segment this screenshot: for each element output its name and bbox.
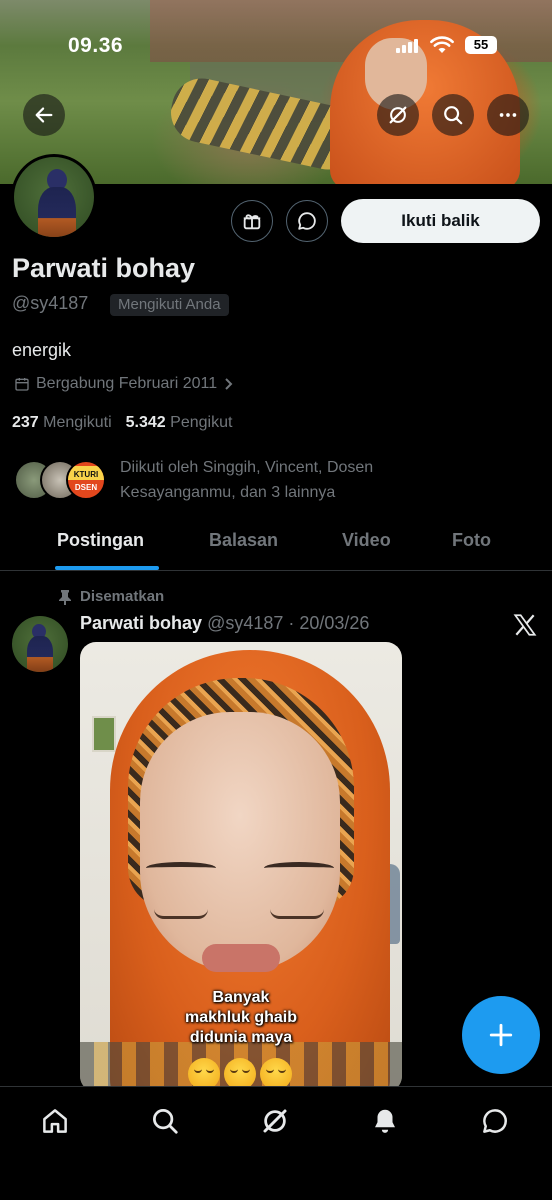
back-button[interactable] [23, 94, 65, 136]
status-bar: 09.36 55 [0, 30, 552, 60]
nav-messages[interactable] [475, 1101, 515, 1141]
tab-posts[interactable]: Postingan [57, 530, 144, 551]
gift-icon [243, 214, 261, 230]
profile-display-name: Parwati bohay [12, 253, 196, 283]
follows-you-badge: Mengikuti Anda [110, 294, 229, 316]
message-button[interactable] [286, 200, 328, 242]
joined-date: Bergabung Februari 2011 [36, 375, 218, 392]
battery-indicator: 55 [465, 36, 497, 54]
joined-date-row[interactable]: Bergabung Februari 2011 [14, 375, 235, 393]
profile-avatar[interactable] [11, 154, 97, 240]
follow-back-button[interactable]: Ikuti balik [341, 199, 540, 243]
search-profile-button[interactable] [432, 94, 474, 136]
profile-banner[interactable] [0, 0, 552, 184]
wall-picture [92, 716, 116, 752]
post-header: Parwati bohay @sy4187 · 20/03/26 [80, 613, 369, 634]
profile-handle: @sy4187 [12, 293, 89, 313]
grok-button[interactable] [377, 94, 419, 136]
following-count-link[interactable]: 237 Mengikuti [12, 414, 112, 432]
grok-icon [389, 106, 407, 124]
follow-counts: 237 Mengikuti 5.342 Pengikut [12, 414, 232, 432]
search-icon [153, 1109, 178, 1134]
tab-video[interactable]: Video [342, 530, 391, 551]
back-arrow-icon [35, 107, 53, 123]
profile-tabs: Postingan Balasan Video Foto [0, 518, 552, 571]
compose-post-button[interactable] [462, 996, 540, 1074]
follower-avatar: KTURI DSEN [66, 460, 106, 500]
pinned-label: Disematkan [58, 588, 164, 605]
followed-by-text[interactable]: Diikuti oleh Singgih, Vincent, Dosen Kes… [120, 455, 440, 505]
follower-avatar-logo: KTURI DSEN [68, 466, 104, 492]
post-author-avatar[interactable] [12, 616, 68, 672]
status-time: 09.36 [68, 34, 124, 57]
pin-icon [59, 589, 71, 605]
messages-icon [483, 1109, 507, 1133]
nav-grok[interactable] [255, 1101, 295, 1141]
video-caption: Banyak makhluk ghaib didunia maya [184, 989, 298, 1046]
svg-text:DSEN: DSEN [75, 483, 97, 492]
x-logo-icon[interactable] [512, 612, 538, 638]
cellular-signal-icon [396, 39, 418, 53]
more-icon [499, 113, 517, 117]
post-author-name[interactable]: Parwati bohay [80, 613, 202, 633]
wifi-icon [430, 36, 454, 53]
message-icon [298, 212, 316, 230]
grok-icon [263, 1109, 287, 1133]
video-face [140, 712, 340, 972]
post-video-thumbnail[interactable]: Banyak makhluk ghaib didunia maya [80, 642, 402, 1092]
nav-notifications[interactable] [365, 1101, 405, 1141]
nav-home[interactable] [35, 1101, 75, 1141]
plus-icon [489, 1023, 513, 1047]
profile-bio: energik [12, 340, 72, 360]
followers-count-link[interactable]: 5.342 Pengikut [126, 414, 233, 432]
chevron-right-icon [225, 378, 233, 390]
post-handle-date: @sy4187 · 20/03/26 [207, 613, 370, 633]
svg-text:KTURI: KTURI [74, 470, 98, 479]
search-icon [444, 106, 463, 125]
mutual-followers-avatars[interactable]: KTURI DSEN [14, 460, 106, 500]
tab-replies[interactable]: Balasan [209, 530, 278, 551]
calendar-icon [15, 378, 29, 391]
more-options-button[interactable] [487, 94, 529, 136]
tab-photos[interactable]: Foto [452, 530, 491, 551]
notifications-icon [375, 1109, 395, 1133]
nav-search[interactable] [145, 1101, 185, 1141]
bottom-navigation [0, 1086, 552, 1200]
home-icon [43, 1109, 67, 1133]
gift-button[interactable] [231, 200, 273, 242]
active-tab-indicator [55, 566, 159, 570]
